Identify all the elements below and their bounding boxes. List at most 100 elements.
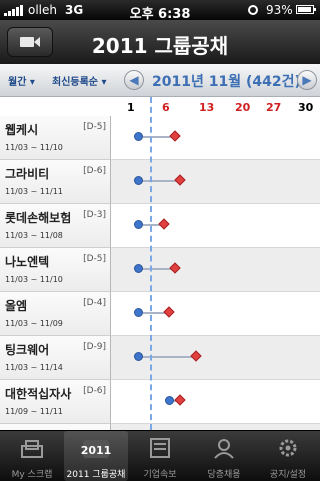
end-date-diamond xyxy=(163,306,176,318)
company-name: 대한적십자사 xyxy=(5,387,72,401)
scrap-box-icon xyxy=(17,436,47,460)
posting-count: (442건) xyxy=(245,74,301,90)
company-name: 롯데손해보험 xyxy=(5,211,72,225)
timeline-cell xyxy=(111,116,320,160)
start-date-dot xyxy=(133,220,143,229)
list-item[interactable]: 올엠 [D-4] 11/03 ~ 11/09 xyxy=(0,292,320,336)
company-cell[interactable]: 그라비티 [D-6] 11/03 ~ 11/11 xyxy=(0,160,111,204)
company-cell[interactable]: 나노엔텍 [D-5] 11/03 ~ 11/10 xyxy=(0,248,111,292)
start-date-dot xyxy=(133,308,143,317)
tab-label: My 스크랩 xyxy=(11,470,53,480)
company-name: 웹케시 xyxy=(5,123,39,137)
list-item[interactable]: 웹케시 [D-5] 11/03 ~ 11/10 xyxy=(0,116,320,160)
tab-calendar-2011[interactable]: 2011 2011 그룹공채 xyxy=(64,431,128,481)
recruit-icon xyxy=(209,436,239,460)
day-label: 20 xyxy=(235,101,251,114)
application-period: 11/03 ~ 11/11 xyxy=(5,187,63,196)
start-date-dot xyxy=(133,176,143,185)
company-cell[interactable]: 팅크웨어 [D-9] 11/03 ~ 11/14 xyxy=(0,336,111,380)
timeline-cell xyxy=(111,292,320,336)
start-date-dot xyxy=(165,396,175,405)
d-day-badge: [D-9] xyxy=(83,342,106,352)
camera-button[interactable] xyxy=(7,27,53,57)
start-date-dot xyxy=(133,352,143,361)
camera-icon xyxy=(20,37,40,47)
prev-month-button[interactable]: ◀ xyxy=(124,70,144,90)
company-name: 그라비티 xyxy=(5,167,50,181)
day-label: 6 xyxy=(162,101,170,114)
tab-scrap-box[interactable]: My 스크랩 xyxy=(0,431,64,481)
d-day-badge: [D-6] xyxy=(83,386,106,396)
d-day-badge: [D-5] xyxy=(83,122,106,132)
list-item[interactable]: 팅크웨어 [D-9] 11/03 ~ 11/14 xyxy=(0,336,320,380)
page-title: 2011 그룹공채 xyxy=(91,34,229,58)
list-item[interactable]: 대한적십자사 [D-6] 11/09 ~ 11/11 xyxy=(0,380,320,424)
tab-label: 당층채용 xyxy=(207,470,241,480)
end-date-diamond xyxy=(174,394,186,406)
list-item[interactable]: 그라비티 [D-6] 11/03 ~ 11/11 xyxy=(0,160,320,204)
nav-bar: 2011 그룹공채 xyxy=(0,20,320,65)
company-cell[interactable]: 올엠 [D-4] 11/03 ~ 11/09 xyxy=(0,292,111,336)
timeline-cell xyxy=(111,204,320,248)
company-name: 팅크웨어 xyxy=(5,343,50,357)
day-label: 13 xyxy=(199,101,215,114)
schedule-list[interactable]: 웹케시 [D-5] 11/03 ~ 11/10 그라비티 [D-6] 11/03 ~ 11… xyxy=(0,116,320,430)
today-marker-line xyxy=(150,97,152,430)
application-period: 11/03 ~ 11/10 xyxy=(5,275,63,284)
d-day-badge: [D-5] xyxy=(83,254,106,264)
tab-news[interactable]: 기업속보 xyxy=(128,431,192,481)
list-item[interactable]: 롯데손해보험 [D-3] 11/03 ~ 11/08 xyxy=(0,204,320,248)
d-day-badge: [D-3] xyxy=(83,210,106,220)
start-date-dot xyxy=(133,132,143,141)
tab-recruit[interactable]: 당층채용 xyxy=(192,431,256,481)
svg-text:2011: 2011 xyxy=(81,444,111,457)
filter-toolbar: 월간 ▾ 최신등록순 ▾ ◀ 2011년 11월 (442건) ▶ xyxy=(0,64,320,97)
battery-icon xyxy=(296,5,316,14)
application-period: 11/03 ~ 11/08 xyxy=(5,231,63,240)
orientation-lock-icon xyxy=(248,5,258,15)
month-label: 2011년 11월 (442건) xyxy=(152,71,301,91)
tab-label: 공지/설정 xyxy=(269,470,307,480)
tab-label: 2011 그룹공채 xyxy=(66,470,126,480)
timeline-cell xyxy=(111,336,320,380)
month-title: 2011년 11월 xyxy=(152,74,242,90)
news-icon xyxy=(145,436,175,460)
application-period: 11/03 ~ 11/14 xyxy=(5,363,63,372)
timeline-cell xyxy=(111,380,320,424)
company-cell[interactable]: 롯데손해보험 [D-3] 11/03 ~ 11/08 xyxy=(0,204,111,248)
end-date-diamond xyxy=(190,350,202,362)
sort-filter-dropdown[interactable]: 최신등록순 ▾ xyxy=(52,73,107,88)
status-bar: olleh 3G 오후 6:38 93% xyxy=(0,0,320,22)
settings-icon xyxy=(273,436,303,460)
company-cell[interactable]: 웹케시 [D-5] 11/03 ~ 11/10 xyxy=(0,116,111,160)
day-label: 1 xyxy=(127,101,135,114)
day-header: 1 6 13 20 27 30 xyxy=(0,97,320,116)
period-bar xyxy=(137,356,196,358)
company-name: 나노엔텍 xyxy=(5,255,50,269)
company-cell[interactable]: 대한적십자사 [D-6] 11/09 ~ 11/11 xyxy=(0,380,111,424)
tab-label: 기업속보 xyxy=(143,470,177,480)
start-date-dot xyxy=(133,264,143,273)
application-period: 11/09 ~ 11/11 xyxy=(5,407,63,416)
calendar-2011-icon: 2011 xyxy=(81,436,111,460)
day-label: 27 xyxy=(266,101,282,114)
timeline-cell xyxy=(111,248,320,292)
tab-bar: My 스크랩 2011 2011 그룹공채 기업속보 당층채용 공지/설정 xyxy=(0,430,320,481)
tab-settings[interactable]: 공지/설정 xyxy=(256,431,320,481)
application-period: 11/03 ~ 11/09 xyxy=(5,319,63,328)
company-name: 올엠 xyxy=(5,299,28,313)
application-period: 11/03 ~ 11/10 xyxy=(5,143,63,152)
next-month-button[interactable]: ▶ xyxy=(297,70,317,90)
timeline-cell xyxy=(111,160,320,204)
end-date-diamond xyxy=(169,130,181,142)
end-date-diamond xyxy=(174,174,186,186)
d-day-badge: [D-6] xyxy=(83,166,106,176)
period-filter-dropdown[interactable]: 월간 ▾ xyxy=(8,73,35,88)
battery-percent: 93% xyxy=(266,3,293,17)
end-date-diamond xyxy=(169,262,181,274)
d-day-badge: [D-4] xyxy=(83,298,106,308)
list-item[interactable]: 나노엔텍 [D-5] 11/03 ~ 11/10 xyxy=(0,248,320,292)
period-bar xyxy=(137,180,180,182)
end-date-diamond xyxy=(158,218,170,230)
day-label: 30 xyxy=(298,101,314,114)
